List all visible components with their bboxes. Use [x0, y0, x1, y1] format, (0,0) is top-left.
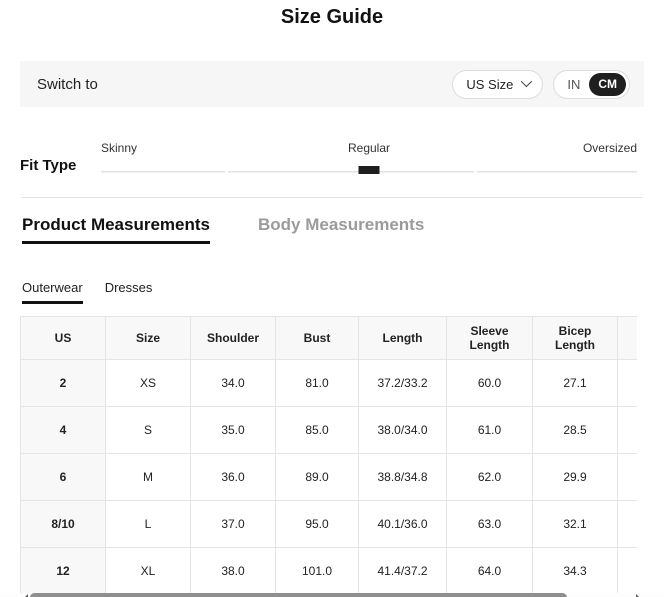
- column-header: Bicep Length: [533, 317, 618, 360]
- table-row: 2XS34.081.037.2/33.260.027.1: [21, 360, 638, 407]
- horizontal-scrollbar[interactable]: [0, 593, 664, 597]
- measurement-cell: 61.0: [447, 407, 533, 454]
- measurement-cell: [618, 548, 638, 595]
- measurement-cell: 37.0: [191, 501, 276, 548]
- section-divider: [21, 197, 643, 198]
- size-system-dropdown[interactable]: US Size: [452, 70, 543, 99]
- column-header: Sleeve Length: [447, 317, 533, 360]
- table-row: 4S35.085.038.0/34.061.028.5: [21, 407, 638, 454]
- measurement-cell: 29.9: [533, 454, 618, 501]
- table-head: USSizeShoulderBustLengthSleeve LengthBic…: [21, 317, 638, 360]
- size-table-viewport: USSizeShoulderBustLengthSleeve LengthBic…: [20, 316, 637, 595]
- tab-body-measurements[interactable]: Body Measurements: [258, 215, 424, 244]
- us-size-cell: 6: [21, 454, 106, 501]
- size-table: USSizeShoulderBustLengthSleeve LengthBic…: [20, 316, 637, 595]
- table-row: 6M36.089.038.8/34.862.029.9: [21, 454, 638, 501]
- table-row: 12XL38.0101.041.4/37.264.034.3: [21, 548, 638, 595]
- unit-toggle[interactable]: IN CM: [553, 70, 630, 99]
- tab-dresses[interactable]: Dresses: [105, 280, 153, 304]
- measurement-cell: 89.0: [276, 454, 359, 501]
- column-header: Bust: [276, 317, 359, 360]
- us-size-cell: 4: [21, 407, 106, 454]
- fit-option-skinny[interactable]: Skinny: [101, 141, 137, 155]
- chevron-down-icon: [521, 75, 532, 86]
- fit-slider-track[interactable]: [101, 166, 637, 175]
- switch-to-bar: Switch to US Size IN CM: [20, 61, 644, 107]
- measurement-cell: XS: [106, 360, 191, 407]
- measurement-cell: 37.2/33.2: [359, 360, 447, 407]
- measurement-cell: 60.0: [447, 360, 533, 407]
- track-segment: [477, 171, 637, 173]
- measurement-cell: 95.0: [276, 501, 359, 548]
- measurement-cell: 36.0: [191, 454, 276, 501]
- measurement-cell: 85.0: [276, 407, 359, 454]
- measurement-cell: M: [106, 454, 191, 501]
- track-segment: [228, 171, 474, 173]
- us-size-cell: 12: [21, 548, 106, 595]
- column-header: Shoulder: [191, 317, 276, 360]
- page-title: Size Guide: [0, 6, 664, 29]
- measurement-cell: 41.4/37.2: [359, 548, 447, 595]
- size-guide-panel: Size Guide Switch to US Size IN CM Fit T…: [0, 6, 664, 597]
- fit-type-slider[interactable]: Skinny Regular Oversized: [101, 141, 637, 175]
- fit-type-options: Skinny Regular Oversized: [101, 141, 637, 156]
- measurement-cell: XL: [106, 548, 191, 595]
- fit-slider-thumb[interactable]: [359, 166, 380, 174]
- measurement-cell: 32.1: [533, 501, 618, 548]
- fit-type-label: Fit Type: [20, 157, 101, 175]
- column-header: Size: [106, 317, 191, 360]
- measurement-cell: 63.0: [447, 501, 533, 548]
- tab-product-measurements[interactable]: Product Measurements: [22, 215, 210, 244]
- unit-option-cm-selected[interactable]: CM: [589, 73, 626, 96]
- switch-to-label: Switch to: [37, 76, 452, 93]
- measurement-cell: [618, 501, 638, 548]
- us-size-cell: 2: [21, 360, 106, 407]
- table-row: 8/10L37.095.040.1/36.063.032.1: [21, 501, 638, 548]
- measurement-cell: 28.5: [533, 407, 618, 454]
- measurement-cell: 27.1: [533, 360, 618, 407]
- column-header: US: [21, 317, 106, 360]
- fit-option-oversized[interactable]: Oversized: [583, 141, 637, 155]
- measurement-cell: [618, 360, 638, 407]
- measurement-cell: 38.0: [191, 548, 276, 595]
- fit-type-section: Fit Type Skinny Regular Oversized: [20, 141, 637, 175]
- measurement-cell: 64.0: [447, 548, 533, 595]
- table-header-row: USSizeShoulderBustLengthSleeve LengthBic…: [21, 317, 638, 360]
- category-tabs: Outerwear Dresses: [22, 280, 642, 304]
- size-system-value: US Size: [466, 77, 513, 92]
- measurement-cell: 81.0: [276, 360, 359, 407]
- fit-option-regular[interactable]: Regular: [348, 141, 390, 155]
- table-body: 2XS34.081.037.2/33.260.027.14S35.085.038…: [21, 360, 638, 595]
- unit-option-in[interactable]: IN: [554, 77, 589, 92]
- measurement-cell: [618, 407, 638, 454]
- measurement-cell: L: [106, 501, 191, 548]
- measurement-cell: 38.0/34.0: [359, 407, 447, 454]
- measurement-tabs: Product Measurements Body Measurements: [22, 215, 642, 244]
- scrollbar-thumb[interactable]: [30, 593, 567, 597]
- measurement-cell: 40.1/36.0: [359, 501, 447, 548]
- us-size-cell: 8/10: [21, 501, 106, 548]
- column-header: [618, 317, 638, 360]
- measurement-cell: 101.0: [276, 548, 359, 595]
- measurement-cell: 35.0: [191, 407, 276, 454]
- track-segment: [101, 171, 225, 173]
- measurement-cell: 34.3: [533, 548, 618, 595]
- measurement-cell: 38.8/34.8: [359, 454, 447, 501]
- measurement-cell: 62.0: [447, 454, 533, 501]
- measurement-cell: [618, 454, 638, 501]
- tab-outerwear[interactable]: Outerwear: [22, 280, 83, 304]
- measurement-cell: 34.0: [191, 360, 276, 407]
- column-header: Length: [359, 317, 447, 360]
- measurement-cell: S: [106, 407, 191, 454]
